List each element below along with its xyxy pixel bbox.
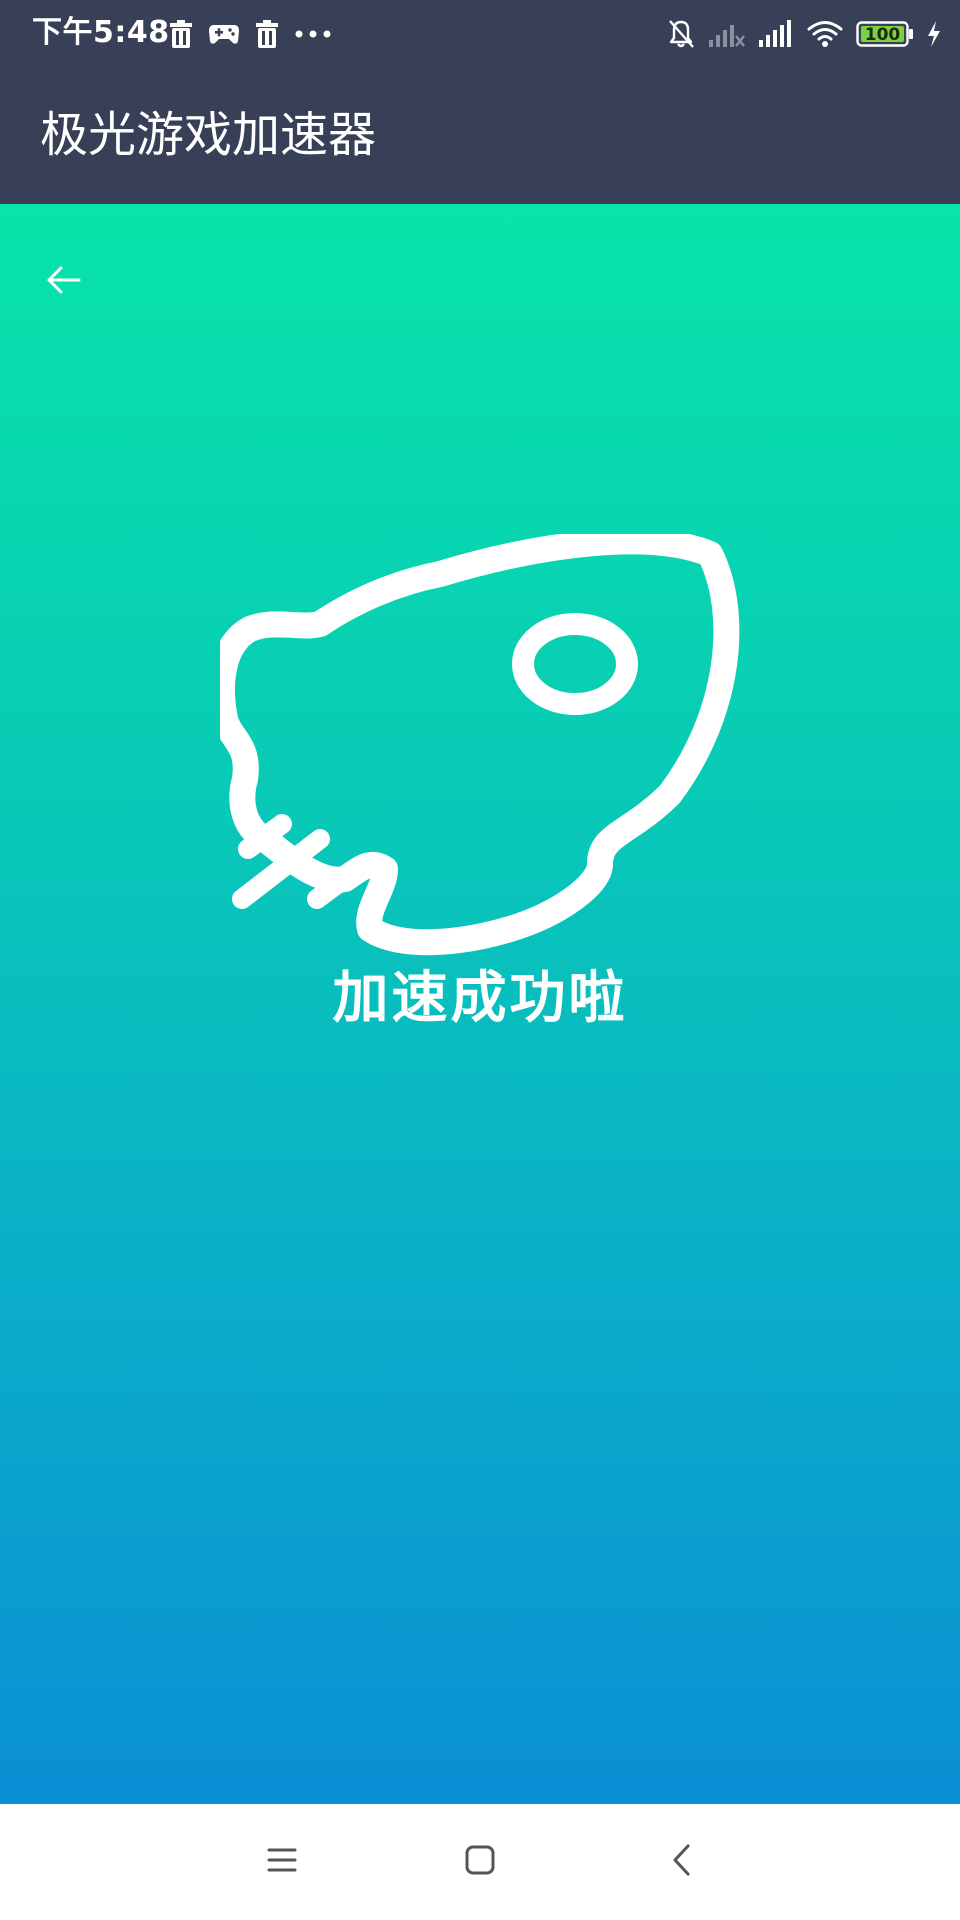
back-button[interactable]: [36, 254, 92, 310]
system-back-button[interactable]: [652, 1832, 712, 1892]
navigation-bar: [0, 1804, 960, 1920]
charging-icon: [926, 20, 942, 48]
back-chevron-icon: [670, 1843, 694, 1881]
signal-weak-icon: [708, 20, 746, 48]
rocket-icon: [208, 528, 740, 1134]
menu-icon: [266, 1846, 298, 1878]
wifi-icon: [806, 19, 844, 49]
trash-icon: [254, 19, 280, 49]
status-notification-icons: [168, 16, 332, 52]
more-dots-icon: [294, 29, 332, 39]
recent-apps-button[interactable]: [252, 1832, 312, 1892]
acceleration-result-panel: 加速成功啦: [0, 204, 960, 1804]
arrow-left-icon: [46, 264, 82, 300]
status-bar: 下午5:48 100: [0, 0, 960, 66]
battery-level: 100: [865, 25, 901, 45]
success-message: 加速成功啦: [332, 966, 628, 1031]
signal-full-icon: [758, 20, 794, 48]
trash-icon: [168, 19, 194, 49]
status-time: 下午5:48: [32, 15, 170, 50]
bell-off-icon: [666, 18, 696, 50]
home-icon: [464, 1844, 496, 1880]
home-button[interactable]: [450, 1832, 510, 1892]
app-bar: 极光游戏加速器: [0, 66, 960, 204]
gamepad-icon: [208, 21, 240, 47]
status-system-icons: 100: [666, 14, 942, 54]
app-title: 极光游戏加速器: [40, 107, 377, 163]
battery-icon: 100: [856, 20, 914, 48]
